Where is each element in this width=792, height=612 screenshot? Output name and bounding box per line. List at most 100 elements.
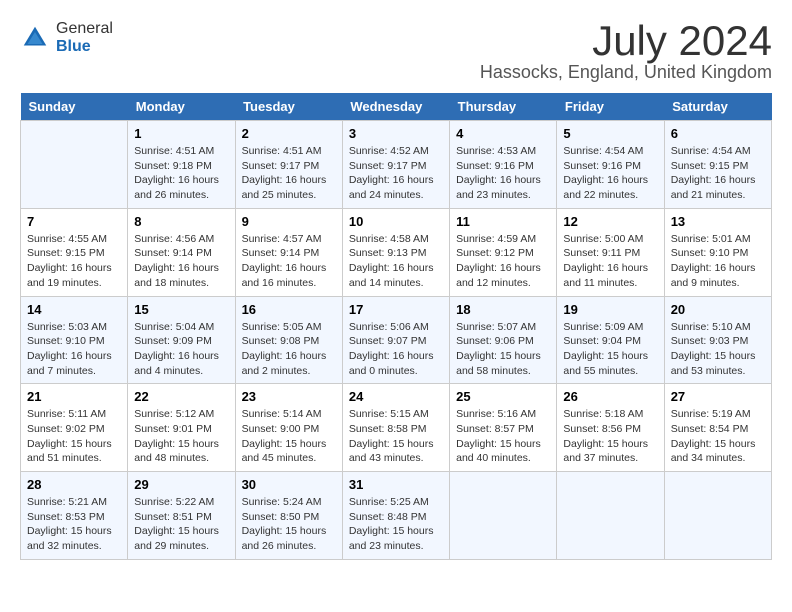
cell-content: Sunrise: 5:14 AMSunset: 9:00 PMDaylight:…: [242, 408, 327, 464]
cell-content: Sunrise: 5:22 AMSunset: 8:51 PMDaylight:…: [134, 496, 219, 552]
cell-content: Sunrise: 4:54 AMSunset: 9:15 PMDaylight:…: [671, 145, 756, 201]
cell-content: Sunrise: 5:19 AMSunset: 8:54 PMDaylight:…: [671, 408, 756, 464]
calendar-cell: [21, 121, 128, 209]
calendar-cell: 16 Sunrise: 5:05 AMSunset: 9:08 PMDaylig…: [235, 296, 342, 384]
date-number: 1: [134, 126, 228, 141]
calendar-cell: 26 Sunrise: 5:18 AMSunset: 8:56 PMDaylig…: [557, 384, 664, 472]
cell-content: Sunrise: 5:24 AMSunset: 8:50 PMDaylight:…: [242, 496, 327, 552]
calendar-cell: 23 Sunrise: 5:14 AMSunset: 9:00 PMDaylig…: [235, 384, 342, 472]
calendar-cell: 3 Sunrise: 4:52 AMSunset: 9:17 PMDayligh…: [342, 121, 449, 209]
date-number: 11: [456, 214, 550, 229]
date-number: 18: [456, 302, 550, 317]
calendar-cell: 22 Sunrise: 5:12 AMSunset: 9:01 PMDaylig…: [128, 384, 235, 472]
calendar-cell: 11 Sunrise: 4:59 AMSunset: 9:12 PMDaylig…: [450, 208, 557, 296]
calendar-cell: 20 Sunrise: 5:10 AMSunset: 9:03 PMDaylig…: [664, 296, 771, 384]
week-row-3: 14 Sunrise: 5:03 AMSunset: 9:10 PMDaylig…: [21, 296, 772, 384]
cell-content: Sunrise: 5:15 AMSunset: 8:58 PMDaylight:…: [349, 408, 434, 464]
cell-content: Sunrise: 5:21 AMSunset: 8:53 PMDaylight:…: [27, 496, 112, 552]
calendar-cell: [664, 472, 771, 560]
calendar-cell: 9 Sunrise: 4:57 AMSunset: 9:14 PMDayligh…: [235, 208, 342, 296]
cell-content: Sunrise: 5:04 AMSunset: 9:09 PMDaylight:…: [134, 321, 219, 377]
cell-content: Sunrise: 5:07 AMSunset: 9:06 PMDaylight:…: [456, 321, 541, 377]
header: General Blue July 2024 Hassocks, England…: [20, 20, 772, 83]
cell-content: Sunrise: 5:05 AMSunset: 9:08 PMDaylight:…: [242, 321, 327, 377]
date-number: 12: [563, 214, 657, 229]
week-row-5: 28 Sunrise: 5:21 AMSunset: 8:53 PMDaylig…: [21, 472, 772, 560]
calendar-cell: 12 Sunrise: 5:00 AMSunset: 9:11 PMDaylig…: [557, 208, 664, 296]
cell-content: Sunrise: 5:12 AMSunset: 9:01 PMDaylight:…: [134, 408, 219, 464]
date-number: 17: [349, 302, 443, 317]
cell-content: Sunrise: 5:01 AMSunset: 9:10 PMDaylight:…: [671, 233, 756, 289]
calendar-cell: 25 Sunrise: 5:16 AMSunset: 8:57 PMDaylig…: [450, 384, 557, 472]
cell-content: Sunrise: 4:56 AMSunset: 9:14 PMDaylight:…: [134, 233, 219, 289]
calendar-table: SundayMondayTuesdayWednesdayThursdayFrid…: [20, 93, 772, 560]
date-number: 28: [27, 477, 121, 492]
date-number: 3: [349, 126, 443, 141]
calendar-cell: 8 Sunrise: 4:56 AMSunset: 9:14 PMDayligh…: [128, 208, 235, 296]
col-header-friday: Friday: [557, 93, 664, 121]
location-title: Hassocks, England, United Kingdom: [480, 62, 772, 83]
calendar-cell: 5 Sunrise: 4:54 AMSunset: 9:16 PMDayligh…: [557, 121, 664, 209]
date-number: 31: [349, 477, 443, 492]
logo: General Blue: [20, 20, 113, 55]
header-row: SundayMondayTuesdayWednesdayThursdayFrid…: [21, 93, 772, 121]
title-area: July 2024 Hassocks, England, United King…: [480, 20, 772, 83]
cell-content: Sunrise: 4:55 AMSunset: 9:15 PMDaylight:…: [27, 233, 112, 289]
cell-content: Sunrise: 5:10 AMSunset: 9:03 PMDaylight:…: [671, 321, 756, 377]
calendar-cell: 13 Sunrise: 5:01 AMSunset: 9:10 PMDaylig…: [664, 208, 771, 296]
calendar-cell: 28 Sunrise: 5:21 AMSunset: 8:53 PMDaylig…: [21, 472, 128, 560]
cell-content: Sunrise: 5:16 AMSunset: 8:57 PMDaylight:…: [456, 408, 541, 464]
cell-content: Sunrise: 5:18 AMSunset: 8:56 PMDaylight:…: [563, 408, 648, 464]
calendar-cell: 27 Sunrise: 5:19 AMSunset: 8:54 PMDaylig…: [664, 384, 771, 472]
calendar-cell: 14 Sunrise: 5:03 AMSunset: 9:10 PMDaylig…: [21, 296, 128, 384]
date-number: 26: [563, 389, 657, 404]
logo-blue: Blue: [56, 38, 113, 56]
col-header-tuesday: Tuesday: [235, 93, 342, 121]
cell-content: Sunrise: 5:11 AMSunset: 9:02 PMDaylight:…: [27, 408, 112, 464]
calendar-cell: 1 Sunrise: 4:51 AMSunset: 9:18 PMDayligh…: [128, 121, 235, 209]
date-number: 27: [671, 389, 765, 404]
cell-content: Sunrise: 5:09 AMSunset: 9:04 PMDaylight:…: [563, 321, 648, 377]
date-number: 19: [563, 302, 657, 317]
calendar-cell: 15 Sunrise: 5:04 AMSunset: 9:09 PMDaylig…: [128, 296, 235, 384]
date-number: 22: [134, 389, 228, 404]
calendar-cell: 10 Sunrise: 4:58 AMSunset: 9:13 PMDaylig…: [342, 208, 449, 296]
cell-content: Sunrise: 4:52 AMSunset: 9:17 PMDaylight:…: [349, 145, 434, 201]
calendar-cell: 18 Sunrise: 5:07 AMSunset: 9:06 PMDaylig…: [450, 296, 557, 384]
calendar-cell: 21 Sunrise: 5:11 AMSunset: 9:02 PMDaylig…: [21, 384, 128, 472]
date-number: 13: [671, 214, 765, 229]
calendar-cell: 29 Sunrise: 5:22 AMSunset: 8:51 PMDaylig…: [128, 472, 235, 560]
cell-content: Sunrise: 5:00 AMSunset: 9:11 PMDaylight:…: [563, 233, 648, 289]
date-number: 21: [27, 389, 121, 404]
date-number: 29: [134, 477, 228, 492]
cell-content: Sunrise: 4:53 AMSunset: 9:16 PMDaylight:…: [456, 145, 541, 201]
calendar-cell: 30 Sunrise: 5:24 AMSunset: 8:50 PMDaylig…: [235, 472, 342, 560]
col-header-monday: Monday: [128, 93, 235, 121]
cell-content: Sunrise: 4:57 AMSunset: 9:14 PMDaylight:…: [242, 233, 327, 289]
col-header-saturday: Saturday: [664, 93, 771, 121]
date-number: 9: [242, 214, 336, 229]
calendar-cell: 17 Sunrise: 5:06 AMSunset: 9:07 PMDaylig…: [342, 296, 449, 384]
date-number: 24: [349, 389, 443, 404]
cell-content: Sunrise: 4:51 AMSunset: 9:18 PMDaylight:…: [134, 145, 219, 201]
cell-content: Sunrise: 4:58 AMSunset: 9:13 PMDaylight:…: [349, 233, 434, 289]
date-number: 5: [563, 126, 657, 141]
calendar-cell: 7 Sunrise: 4:55 AMSunset: 9:15 PMDayligh…: [21, 208, 128, 296]
logo-text: General Blue: [56, 20, 113, 55]
date-number: 14: [27, 302, 121, 317]
logo-icon: [20, 23, 50, 53]
date-number: 15: [134, 302, 228, 317]
date-number: 20: [671, 302, 765, 317]
date-number: 8: [134, 214, 228, 229]
cell-content: Sunrise: 4:59 AMSunset: 9:12 PMDaylight:…: [456, 233, 541, 289]
calendar-cell: 31 Sunrise: 5:25 AMSunset: 8:48 PMDaylig…: [342, 472, 449, 560]
cell-content: Sunrise: 5:03 AMSunset: 9:10 PMDaylight:…: [27, 321, 112, 377]
calendar-cell: 24 Sunrise: 5:15 AMSunset: 8:58 PMDaylig…: [342, 384, 449, 472]
calendar-cell: 6 Sunrise: 4:54 AMSunset: 9:15 PMDayligh…: [664, 121, 771, 209]
cell-content: Sunrise: 5:25 AMSunset: 8:48 PMDaylight:…: [349, 496, 434, 552]
calendar-cell: 19 Sunrise: 5:09 AMSunset: 9:04 PMDaylig…: [557, 296, 664, 384]
date-number: 7: [27, 214, 121, 229]
cell-content: Sunrise: 5:06 AMSunset: 9:07 PMDaylight:…: [349, 321, 434, 377]
month-title: July 2024: [480, 20, 772, 62]
calendar-cell: [557, 472, 664, 560]
